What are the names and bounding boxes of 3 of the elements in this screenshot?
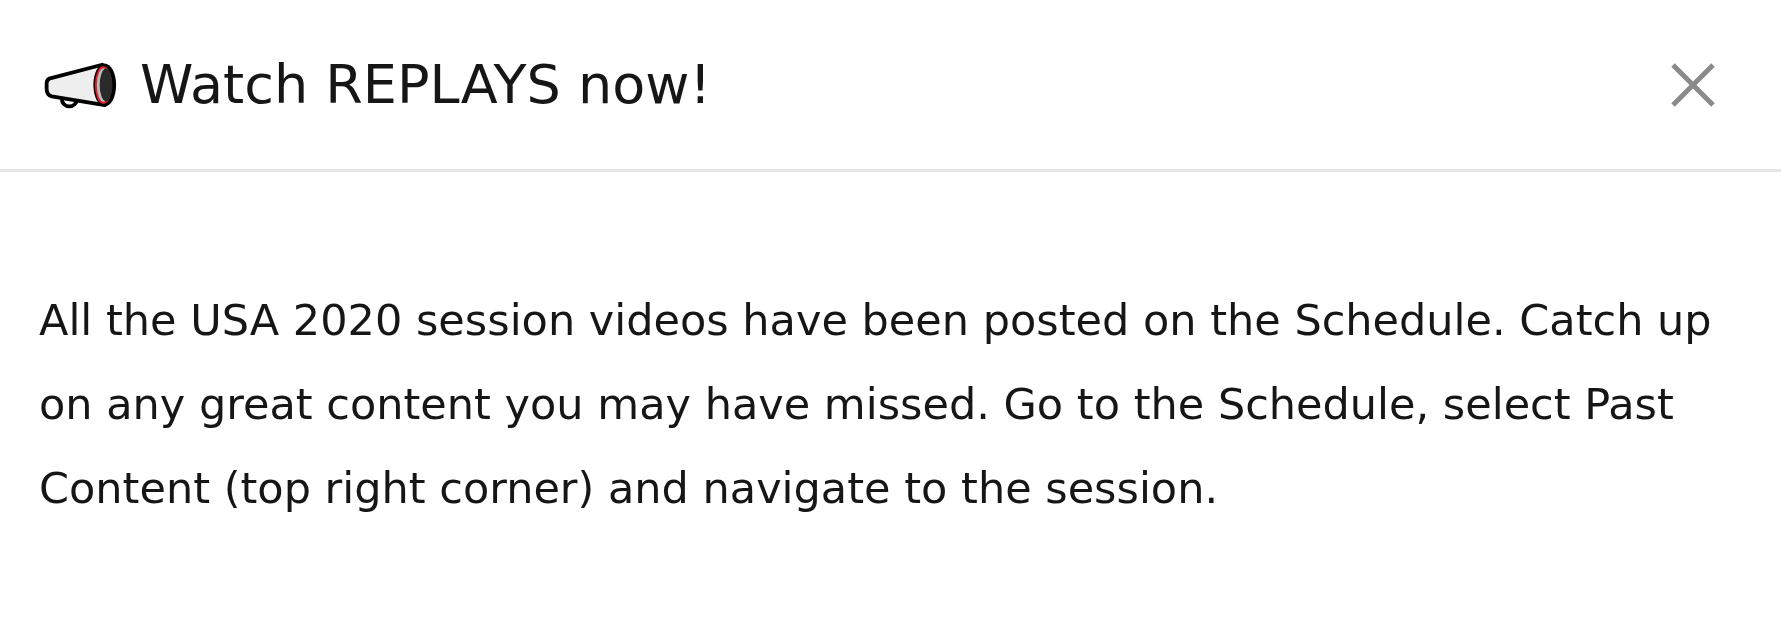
dialog-title: Watch REPLAYS now! (140, 53, 713, 116)
dialog-message: All the USA 2020 session videos have been posted on the Schedule. Catch up on any great content you may have missed. Go to the Schedule, select Past Content (top right corner) and navigate to the session. (38, 294, 1713, 515)
close-icon (1669, 60, 1717, 109)
